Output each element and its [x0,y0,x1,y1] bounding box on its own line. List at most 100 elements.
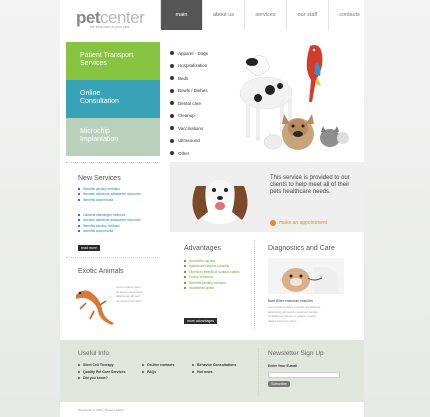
link-text: Ibenefits pinstiny methaus [83,186,120,191]
email-field[interactable] [268,372,340,378]
link-text: Incathertas qilntia [189,286,214,291]
copyright: Pet Center © 2011 | Privacy Policy [78,408,124,412]
nav-services[interactable]: services [244,0,286,30]
link-text: FAQs [147,369,157,374]
box-line: Implantation [80,136,119,143]
nav-about-us[interactable]: about us [202,0,244,30]
advantage-item[interactable]: Liberithos freasticus duriktus clades [184,269,240,275]
service-item[interactable]: Ultrasound [170,135,208,148]
new-services-title: New Services [78,175,121,182]
appointment-label: make an appointment [279,220,328,226]
bullet-icon [184,265,186,268]
service-item[interactable]: Dental care [170,97,208,110]
bullet-icon [142,364,144,367]
service-item[interactable]: Hospitalization [170,60,208,73]
service-label: Cleanup [178,113,195,119]
box-line: Consultation [80,98,119,105]
link-text: On-line contacts [147,363,175,368]
diagnostics-caption: Base Bilent enatorium heaudies [268,299,314,303]
link-text: Ibenefits pinstiny methaus [83,223,120,228]
service-card-text: This service is provided to our clients … [270,175,350,195]
text-line: aliqua enim ad minim [268,318,297,323]
bullet-icon [192,370,194,373]
bullet-icon [170,76,174,81]
main-nav: main about us services our staff contact… [160,0,370,30]
bullet-icon [170,151,174,156]
appointment-link[interactable]: make an appointment [270,220,327,226]
diagnostics-text: Lorem ipsum dolor sit amet consectetur a… [268,305,321,323]
divider [258,348,259,396]
tagline: the best care of your pets [90,25,130,29]
link-text: Labserts ellamilsgeo mdeorus [83,212,126,217]
bullet-icon [78,370,80,373]
link-text: Stem Cell Therapy [83,363,114,368]
service-item[interactable]: Apparel - Dogs [170,47,208,60]
read-more-button[interactable]: read more [78,245,100,251]
service-label: Bowls / Dishes [178,88,208,94]
footer-col-1: Stem Cell Therapy Quality Pet Care Servi… [78,362,125,382]
nav-main[interactable]: main [160,0,202,30]
list-item[interactable]: Ibenefits arponrhanta [78,229,141,235]
bullet-icon [142,370,144,373]
service-item[interactable]: Other [170,147,208,160]
footer-col-2: On-line contacts FAQs [142,362,174,375]
bullet-icon [78,219,80,222]
subscribe-button[interactable]: Subscribe [268,381,290,387]
service-item[interactable]: Beds [170,72,208,85]
dog-photo [192,180,248,224]
bullet-icon [170,126,174,131]
service-item[interactable]: Bowls / Dishes [170,85,208,98]
advantages-list: Inmorsetis rapidus Adsednum uimpras tofu… [184,258,240,291]
nav-our-staff[interactable]: our staff [286,0,328,30]
bullet-icon [184,276,186,279]
feature-boxes: Patient Transport Services Online Consul… [66,42,160,156]
text-line: Lorem ipsum dolor sit amet consectetur [268,305,321,309]
service-label: Other [178,150,190,156]
service-item[interactable]: Vaccinations [170,122,208,135]
bullet-icon [192,364,194,367]
list-item[interactable]: Isersalm aktivende adlasseder neouchen [78,218,141,224]
email-label: Enter Your E-mail [268,364,298,368]
link-text: Ibenefits pinstiny methaus [189,280,226,285]
bullet-icon [78,364,80,367]
link-text: Isersalm aktivende adlasseder neouchen [83,192,141,197]
new-services-list-2: Labserts ellamilsgeo mdeorus Isersalm ak… [78,212,141,234]
list-item[interactable]: Ibenefits arponrhanta [78,197,141,203]
useful-info-title: Useful Info [78,350,110,357]
bullet-icon [184,259,186,262]
box-line: Microchip [80,128,110,135]
link-text: Adsednum uimpras tofusibis [189,264,230,269]
feature-box-consultation[interactable]: Online Consultation [66,80,160,118]
feature-box-transport[interactable]: Patient Transport Services [66,42,160,80]
link-text: Hot news [197,369,213,374]
box-line: Online [80,90,101,97]
new-services-list-1: Ibenefits pinstiny methaus Isersalm akti… [78,186,141,203]
footer-link[interactable]: Hot news [192,369,236,376]
list-item[interactable]: Isersalm aktivende adlasseder neouchen [78,192,141,198]
bullet-icon [78,187,80,190]
feature-box-microchip[interactable]: Microchip Implantation [66,118,160,156]
footer-link[interactable]: Did you know? [78,375,125,382]
bullet-icon [170,63,174,68]
advantage-item[interactable]: Incathertas qilntia [184,286,240,292]
footer-link[interactable]: FAQs [142,369,174,376]
divider [66,162,160,163]
service-label: Ultrasound [178,138,200,144]
link-text: Behavior Consultations [197,363,237,368]
bullet-icon [170,101,174,106]
bullet-icon [184,287,186,290]
bullet-icon [78,230,80,233]
link-text: Liberithos freasticus duriktus clades [189,269,240,274]
service-label: Vaccinations [178,125,204,131]
bullet-icon [78,213,80,216]
service-item[interactable]: Cleanup [170,110,208,123]
more-advantages-button[interactable]: more advantages [184,318,218,324]
exotic-animals-title: Exotic Animals [78,268,124,275]
service-list: Apparel - Dogs Hospitalization Beds Bowl… [170,47,208,160]
bullet-icon [78,198,80,201]
bulldog-checkup-image [268,258,344,294]
nav-contacts[interactable]: contacts [328,0,370,30]
bullet-icon [78,377,80,380]
box-line: Patient Transport [80,52,134,59]
pets-group-image [239,45,349,150]
